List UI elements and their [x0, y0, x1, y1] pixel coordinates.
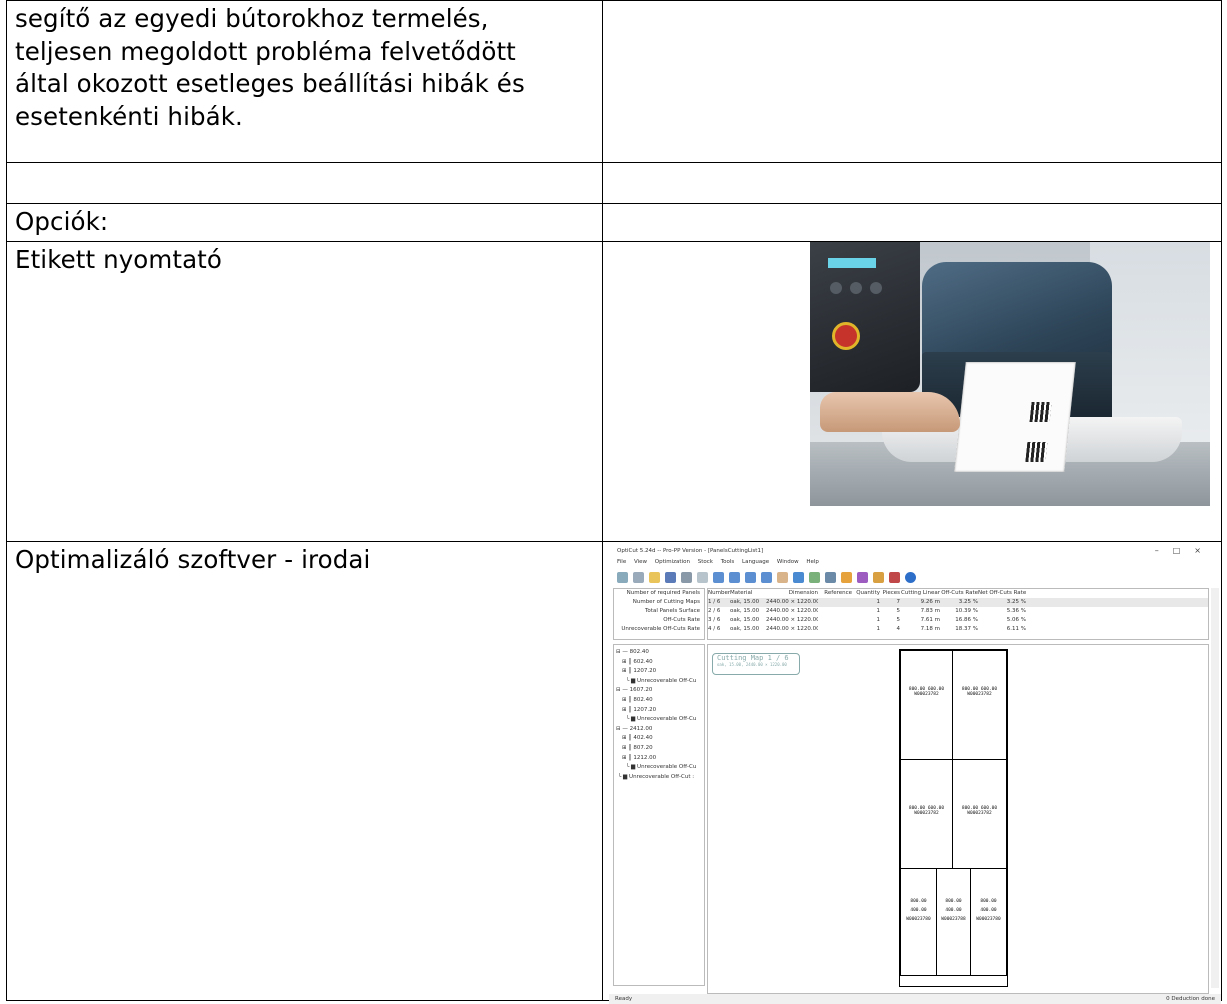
grid-row[interactable]: 4 / 6 oak, 15.00 2440.00 × 1220.00 1 4 7…	[708, 625, 1208, 634]
menu-window: Window	[776, 559, 799, 565]
tree-node[interactable]: ⊟ — 2412.00	[614, 725, 704, 735]
label-printer-photo	[810, 242, 1210, 506]
grid-row[interactable]: 1 / 6 oak, 15.00 2440.00 × 1220.00 1 7 9…	[708, 598, 1208, 607]
edit-icon	[793, 571, 804, 583]
tree-node[interactable]: ⊞ ┃ 1212.00	[614, 754, 704, 764]
label-printer-image-cell	[602, 241, 1222, 542]
cut-piece[interactable]: 800.00 400.00 W00023780	[970, 868, 1007, 976]
description-line: teljesen megoldott probléma felvetődött	[15, 36, 516, 66]
cut-piece[interactable]: 800.00 600.00 W00023782	[900, 759, 953, 869]
printed-labels	[954, 362, 1076, 472]
label-printer-label: Etikett nyomtató	[15, 245, 222, 274]
software-cell: Optimalizáló szoftver - irodai	[6, 541, 603, 1001]
save-icon	[665, 571, 676, 583]
cut-piece[interactable]: 800.00 400.00 W00023788	[936, 868, 971, 976]
empty-cell	[602, 203, 1222, 242]
summary-panel: Number of required Panels Number of Cutt…	[613, 588, 705, 640]
label-printer-cell: Etikett nyomtató	[6, 241, 603, 542]
tree-node[interactable]: └ ▆ Unrecoverable Off-Cu	[614, 677, 704, 687]
list-icon	[633, 571, 644, 583]
info-icon	[905, 571, 916, 583]
status-bar: Ready 0 Deduction done	[609, 994, 1221, 1004]
tree-node[interactable]: ⊞ ┃ 807.20	[614, 744, 704, 754]
control-panel	[810, 242, 920, 392]
cut-tree: ⊟ — 802.40 ⊞ ┃ 602.40 ⊞ ┃ 1207.20 └ ▆ Un…	[613, 644, 705, 986]
menu-stock: Stock	[697, 559, 713, 565]
description-line: segítő az egyedi bútorokhoz termelés,	[15, 4, 489, 33]
stock-board: 800.00 600.00 W00023782 800.00 600.00 W000…	[899, 649, 1008, 987]
grid-row[interactable]: 3 / 6 oak, 15.00 2440.00 × 1220.00 1 5 7…	[708, 616, 1208, 625]
cut-piece[interactable]: 800.00 600.00 W00023782	[900, 650, 953, 760]
document-table: segítő az egyedi bútorokhoz termelés, te…	[6, 0, 1222, 1004]
description-line: által okozott esetleges beállítási hibák…	[15, 69, 525, 98]
optimize-icon	[809, 571, 820, 583]
empty-cell	[6, 162, 603, 204]
software-label: Optimalizáló szoftver - irodai	[15, 545, 371, 574]
zoom-out-icon	[729, 571, 740, 583]
toolbar	[609, 568, 1221, 586]
tree-node[interactable]: ⊞ ┃ 602.40	[614, 658, 704, 668]
software-screenshot: OptiCut 5.24d -- Pro-PP Version - [Panel…	[609, 546, 1221, 1004]
tree-node[interactable]: └ ▆ Unrecoverable Off-Cu	[614, 763, 704, 773]
zoom-window-icon	[761, 571, 772, 583]
map-label: Cutting Map 1 / 6 oak, 15.00, 2440.00 × …	[712, 653, 800, 675]
stock-icon	[873, 571, 884, 583]
table-row: Etikett nyomtató	[6, 241, 1222, 542]
menu-bar: File View Optimization Stock Tools Langu…	[609, 557, 1221, 567]
tree-node[interactable]: ⊞ ┃ 402.40	[614, 734, 704, 744]
zoom-fit-icon	[745, 571, 756, 583]
emergency-stop	[832, 322, 860, 350]
empty-cell	[602, 0, 1222, 163]
report-icon	[857, 571, 868, 583]
tree-node[interactable]: ⊟ — 802.40	[614, 648, 704, 658]
grid-header: Number Material Dimension Reference Quan…	[708, 590, 1026, 596]
open-icon	[649, 571, 660, 583]
status-text: Ready	[615, 996, 633, 1002]
menu-language: Language	[742, 559, 770, 565]
table-row: Optimalizáló szoftver - irodai OptiCut 5…	[6, 541, 1222, 1004]
description-line: esetenkénti hibák.	[15, 101, 243, 131]
print-icon	[681, 571, 692, 583]
preview-icon	[697, 571, 708, 583]
cutting-maps-grid: Number Material Dimension Reference Quan…	[707, 588, 1209, 640]
tree-node[interactable]: └ ▆ Unrecoverable Off-Cu	[614, 715, 704, 725]
menu-tools: Tools	[720, 559, 735, 565]
zoom-in-icon	[713, 571, 724, 583]
tree-node[interactable]: ⊞ ┃ 1207.20	[614, 706, 704, 716]
vertical-scrollbar[interactable]	[1211, 588, 1219, 988]
options-cell: Opciók:	[6, 203, 603, 242]
window-title: OptiCut 5.24d -- Pro-PP Version - [Panel…	[617, 548, 764, 554]
tree-node[interactable]: ⊞ ┃ 802.40	[614, 696, 704, 706]
software-image-cell: OptiCut 5.24d -- Pro-PP Version - [Panel…	[602, 541, 1222, 1004]
tree-node[interactable]: ⊟ — 1607.20	[614, 686, 704, 696]
hand	[820, 392, 960, 432]
description-cell: segítő az egyedi bútorokhoz termelés, te…	[6, 0, 603, 163]
cut-piece[interactable]: 800.00 400.00 W00023780	[900, 868, 937, 976]
table-row	[6, 162, 1222, 204]
menu-optimization: Optimization	[654, 559, 690, 565]
status-right-text: 0 Deduction done	[1166, 996, 1215, 1002]
table-row: segítő az egyedi bútorokhoz termelés, te…	[6, 0, 1222, 163]
tree-node[interactable]: └ ▆ Unrecoverable Off-Cut :	[614, 773, 704, 783]
tree-node[interactable]: ⊞ ┃ 1207.20	[614, 667, 704, 677]
new-icon	[617, 571, 628, 583]
table-row: Opciók:	[6, 203, 1222, 242]
menu-file: File	[617, 559, 627, 565]
labels-icon	[889, 571, 900, 583]
menu-help: Help	[806, 559, 819, 565]
cut-piece[interactable]: 800.00 600.00 W00023782	[952, 650, 1007, 760]
window-controls: –□×	[1154, 546, 1215, 555]
export-icon	[841, 571, 852, 583]
menu-view: View	[633, 559, 648, 565]
options-heading: Opciók:	[15, 207, 109, 236]
cut-piece[interactable]: 800.00 600.00 W00023782	[952, 759, 1007, 869]
empty-cell	[602, 162, 1222, 204]
hand-icon	[777, 571, 788, 583]
grid-row[interactable]: 2 / 6 oak, 15.00 2440.00 × 1220.00 1 5 7…	[708, 607, 1208, 616]
settings-icon	[825, 571, 836, 583]
cutting-map-view: Cutting Map 1 / 6 oak, 15.00, 2440.00 × …	[707, 644, 1209, 994]
